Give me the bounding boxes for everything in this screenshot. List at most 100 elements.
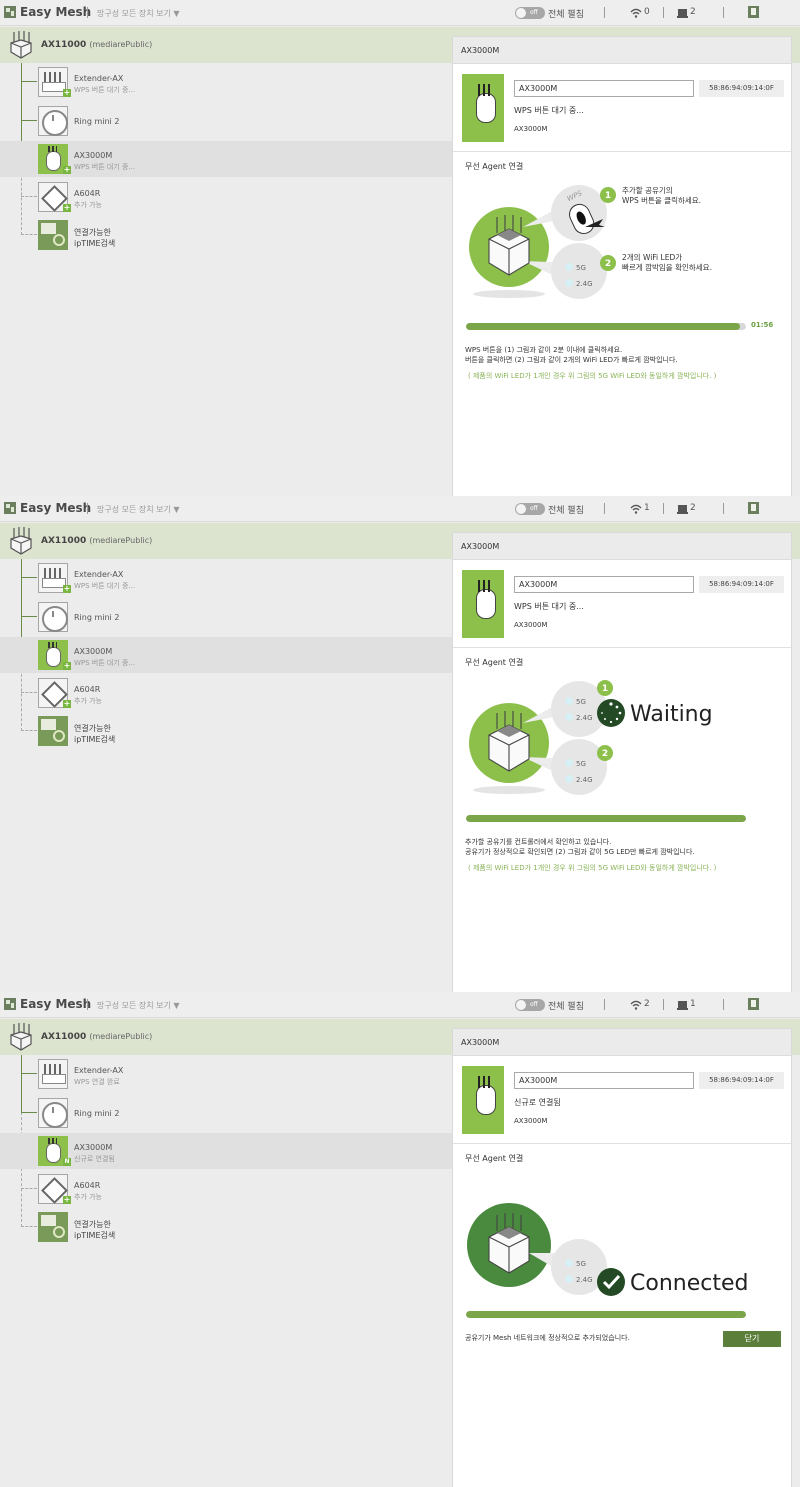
- root-ssid: (mediarePublic): [89, 1032, 153, 1041]
- tree-node-ring-mini-2[interactable]: Ring mini 2: [0, 103, 452, 139]
- expand-toggle[interactable]: off: [515, 7, 545, 19]
- view-all-devices-dropdown[interactable]: 망구성 모든 장치 보기 ▼: [97, 8, 180, 19]
- wifi-count: 0: [644, 7, 650, 17]
- tree-node-ax3000m[interactable]: N AX3000M 신규로 연결됨: [0, 1133, 452, 1169]
- ring-router-icon: [38, 106, 68, 136]
- instruction-line: 공유기가 정상적으로 확인되면 (2) 그림과 같이 5G LED만 빠르게 깜…: [465, 848, 695, 856]
- section-title: 무선 Agent 연결: [465, 162, 524, 171]
- tree-node-ax3000m[interactable]: + AX3000M WPS 버튼 대기 중...: [0, 637, 452, 673]
- extender-icon: [38, 1059, 68, 1089]
- user-icon[interactable]: [748, 998, 759, 1010]
- tree-node-a604r[interactable]: + A604R 추가 가능: [0, 1171, 452, 1207]
- user-icon[interactable]: [748, 502, 759, 514]
- node-status: WPS 버튼 대기 중...: [74, 86, 136, 94]
- progress-bar: [466, 815, 746, 822]
- node-status: ipTIME검색: [74, 735, 116, 744]
- connected-illustration: 5G 2.4G Connected: [467, 1203, 748, 1296]
- tree-node-a604r[interactable]: + A604R 추가 가능: [0, 675, 452, 711]
- wired-icon: [677, 9, 688, 18]
- search-device-icon: [38, 1212, 68, 1242]
- tree-node-iptime-search[interactable]: 연결가능한 ipTIME검색: [0, 1209, 452, 1245]
- mac-address: 58:86:94:09:14:0F: [699, 1072, 784, 1089]
- tree-node-iptime-search[interactable]: 연결가능한 ipTIME검색: [0, 217, 452, 253]
- user-icon[interactable]: [748, 6, 759, 18]
- root-ssid: (mediarePublic): [89, 40, 153, 49]
- progress-bar: [466, 1311, 746, 1318]
- search-device-icon: [38, 220, 68, 250]
- toggle-state: off: [530, 9, 538, 16]
- router-icon: [10, 31, 32, 59]
- new-badge: N: [63, 1158, 71, 1166]
- node-status: 추가 가능: [74, 201, 102, 209]
- detail-panel: AX3000M 58:86:94:09:14:0F WPS 버튼 대기 중...…: [452, 36, 792, 496]
- view-all-devices-dropdown[interactable]: 망구성 모든 장치 보기 ▼: [97, 504, 180, 515]
- device-name-input[interactable]: [514, 576, 694, 593]
- tree-node-a604r[interactable]: + A604R 추가 가능: [0, 179, 452, 215]
- tree-node-ring-mini-2[interactable]: Ring mini 2: [0, 599, 452, 635]
- divider: [723, 7, 724, 18]
- expand-toggle[interactable]: off: [515, 503, 545, 515]
- toggle-knob: [516, 1000, 526, 1010]
- wired-count: 1: [690, 999, 696, 1009]
- root-ssid: (mediarePublic): [89, 536, 153, 545]
- divider: [87, 7, 88, 18]
- divider: [87, 503, 88, 514]
- wired-count: 2: [690, 503, 696, 513]
- toggle-state: off: [530, 1001, 538, 1008]
- root-name-text: AX11000: [41, 1032, 87, 1042]
- expand-toggle[interactable]: off: [515, 999, 545, 1011]
- tree-node-extender-ax[interactable]: + Extender-AX WPS 버튼 대기 중...: [0, 560, 452, 596]
- easymesh-logo-icon: [4, 502, 16, 514]
- tree-node-ring-mini-2[interactable]: Ring mini 2: [0, 1095, 452, 1131]
- detail-header: AX3000M: [453, 533, 791, 560]
- ring-router-icon: [38, 1098, 68, 1128]
- detail-panel: AX3000M 58:86:94:09:14:0F 신규로 연결됨 AX3000…: [452, 1028, 792, 1487]
- instruction-line: 버튼을 클릭하면 (2) 그림과 같이 2개의 WiFi LED가 빠르게 깜박…: [465, 356, 678, 364]
- step1-line2: WPS 버튼을 클릭하세요.: [622, 195, 701, 205]
- root-name-text: AX11000: [41, 536, 87, 546]
- search-device-icon: [38, 716, 68, 746]
- router-icon: [10, 527, 32, 555]
- app-title: Easy Mesh: [20, 997, 92, 1011]
- screen-wps-waiting: Easy Mesh 망구성 모든 장치 보기 ▼ off 전체 펼침 0 2 A…: [0, 0, 800, 496]
- progress-fill: [466, 1311, 746, 1318]
- add-badge: +: [63, 584, 71, 593]
- top-bar: Easy Mesh 망구성 모든 장치 보기 ▼ off 전체 펼침 0 2: [0, 0, 800, 26]
- tree-node-ax3000m[interactable]: + AX3000M WPS 버튼 대기 중...: [0, 141, 452, 177]
- device-tree: + Extender-AX WPS 버튼 대기 중... Ring mini 2…: [0, 559, 452, 992]
- divider: [663, 7, 664, 18]
- node-status: WPS 버튼 대기 중...: [74, 163, 136, 171]
- node-status: ipTIME검색: [74, 1231, 116, 1240]
- view-all-devices-dropdown[interactable]: 망구성 모든 장치 보기 ▼: [97, 1000, 180, 1011]
- tree-node-extender-ax[interactable]: + Extender-AX WPS 버튼 대기 중...: [0, 64, 452, 100]
- expand-all-label: 전체 펼침: [548, 1002, 584, 1012]
- device-name-input[interactable]: [514, 1072, 694, 1089]
- tree-node-extender-ax[interactable]: Extender-AX WPS 연결 완료: [0, 1056, 452, 1092]
- divider: [604, 503, 605, 514]
- instruction-line: WPS 버튼을 (1) 그림과 같이 2분 이내에 클릭하세요.: [465, 346, 623, 354]
- node-name: A604R: [74, 189, 101, 198]
- node-status: 추가 가능: [74, 697, 102, 705]
- step2-line2: 빠르게 깜박임을 확인하세요.: [622, 262, 712, 272]
- detail-panel: AX3000M 58:86:94:09:14:0F WPS 버튼 대기 중...…: [452, 532, 792, 992]
- close-button[interactable]: 닫기: [723, 1331, 781, 1347]
- divider: [453, 1143, 791, 1144]
- device-model: AX3000M: [514, 621, 548, 629]
- root-device-name: AX11000 (mediarePublic): [41, 1032, 152, 1042]
- node-name: Ring mini 2: [74, 1109, 120, 1118]
- device-name-input[interactable]: [514, 80, 694, 97]
- node-name: Extender-AX: [74, 570, 124, 579]
- toggle-state: off: [530, 505, 538, 512]
- led-5g-text: 5G: [576, 264, 586, 272]
- wired-count: 2: [690, 7, 696, 17]
- wifi-icon: [630, 8, 642, 18]
- progress-fill: [466, 815, 746, 822]
- led-note: ( 제품의 WiFi LED가 1개인 경우 위 그림의 5G WiFi LED…: [468, 372, 717, 380]
- step1-number: 1: [605, 191, 611, 201]
- led-5g-text: 5G: [576, 1260, 586, 1268]
- toggle-knob: [516, 504, 526, 514]
- node-status: 추가 가능: [74, 1193, 102, 1201]
- root-name-text: AX11000: [41, 40, 87, 50]
- led-5g-text-top: 5G: [576, 698, 586, 706]
- tree-node-iptime-search[interactable]: 연결가능한 ipTIME검색: [0, 713, 452, 749]
